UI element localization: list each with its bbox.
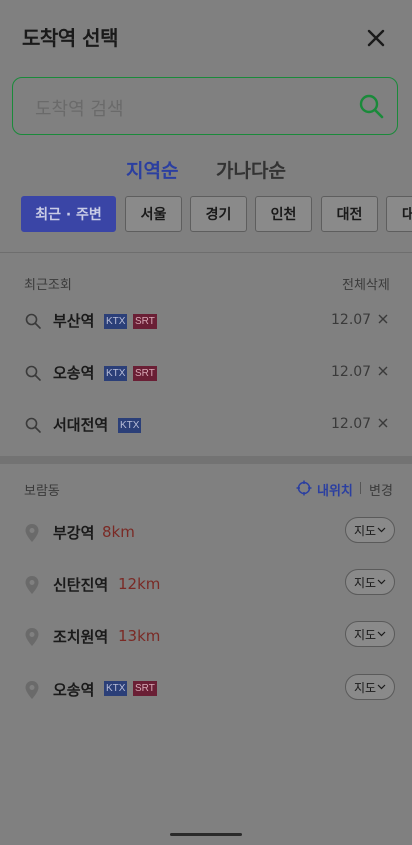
chip-gyeonggi[interactable]: 경기 (190, 196, 247, 232)
page-title: 도착역 선택 (22, 26, 118, 50)
chip-incheon[interactable]: 인천 (255, 196, 312, 232)
sort-tabs: 지역순 가나다순 (0, 156, 412, 186)
delete-icon[interactable] (376, 312, 390, 326)
change-location-button[interactable]: 변경 (369, 480, 393, 499)
station-name: 오송역 (53, 681, 95, 699)
ktx-badge: KTX (118, 418, 142, 433)
nearby-header: 보람동 내위치 변경 (0, 478, 412, 500)
chevron-down-icon (377, 684, 386, 690)
srt-badge: SRT (133, 366, 157, 381)
distance: 13km (118, 627, 161, 645)
search-placeholder: 도착역 검색 (35, 99, 124, 120)
location-target-icon[interactable] (296, 480, 312, 496)
map-label: 지도 (353, 680, 377, 695)
delete-icon[interactable] (376, 416, 390, 430)
station-name: 서대전역 (53, 416, 109, 434)
map-label: 지도 (353, 575, 377, 590)
search-icon (25, 365, 41, 381)
location-pin-icon (25, 681, 39, 699)
chip-daegu-partial[interactable]: 대 (386, 196, 412, 232)
nearby-item[interactable]: 조치원역 13km 지도 (0, 621, 412, 657)
home-indicator[interactable] (170, 833, 242, 836)
search-date: 12.07 (331, 364, 372, 380)
region-chips: 최근 · 주변 서울 경기 인천 대전 대 (0, 196, 412, 234)
search-icon[interactable] (357, 92, 385, 120)
section-divider (0, 456, 412, 464)
station-search-input[interactable]: 도착역 검색 (12, 77, 398, 135)
divider (0, 252, 412, 253)
ktx-badge: KTX (104, 314, 128, 329)
search-date: 12.07 (331, 416, 372, 432)
recent-item[interactable]: 서대전역 KTX 12.07 (0, 408, 412, 444)
map-button[interactable]: 지도 (345, 569, 395, 595)
chevron-down-icon (377, 579, 386, 585)
chip-daejeon[interactable]: 대전 (321, 196, 378, 232)
recent-item[interactable]: 부산역 KTX SRT 12.07 (0, 304, 412, 340)
my-location-button[interactable]: 내위치 (317, 480, 353, 499)
station-name: 오송역 (53, 364, 95, 382)
tab-alphabetical-order[interactable]: 가나다순 (216, 156, 286, 183)
srt-badge: SRT (133, 681, 157, 696)
map-button[interactable]: 지도 (345, 621, 395, 647)
location-pin-icon (25, 576, 39, 594)
clear-all-button[interactable]: 전체삭제 (342, 274, 390, 293)
current-area: 보람동 (24, 484, 60, 499)
nearby-item[interactable]: 오송역 KTX SRT 지도 (0, 674, 412, 710)
map-button[interactable]: 지도 (345, 517, 395, 543)
chevron-down-icon (377, 631, 386, 637)
location-pin-icon (25, 628, 39, 646)
search-date: 12.07 (331, 312, 372, 328)
station-name: 신탄진역 (53, 576, 109, 594)
chip-seoul[interactable]: 서울 (125, 196, 182, 232)
chevron-down-icon (377, 527, 386, 533)
separator (360, 482, 361, 494)
search-icon (25, 417, 41, 433)
distance: 12km (118, 575, 161, 593)
tab-region-order[interactable]: 지역순 (126, 156, 178, 183)
nearby-item[interactable]: 부강역 8km 지도 (0, 517, 412, 553)
location-pin-icon (25, 524, 39, 542)
srt-badge: SRT (133, 314, 157, 329)
station-name: 부강역 (53, 524, 95, 542)
ktx-badge: KTX (104, 366, 128, 381)
search-icon (25, 313, 41, 329)
map-label: 지도 (353, 627, 377, 642)
chip-recent-nearby[interactable]: 최근 · 주변 (21, 196, 116, 232)
map-button[interactable]: 지도 (345, 674, 395, 700)
close-icon[interactable] (362, 24, 390, 52)
map-label: 지도 (353, 523, 377, 538)
ktx-badge: KTX (104, 681, 128, 696)
recent-label: 최근조회 (24, 278, 72, 293)
recent-item[interactable]: 오송역 KTX SRT 12.07 (0, 356, 412, 392)
station-name: 부산역 (53, 312, 95, 330)
delete-icon[interactable] (376, 364, 390, 378)
distance: 8km (102, 523, 135, 541)
station-name: 조치원역 (53, 628, 109, 646)
header: 도착역 선택 (0, 0, 412, 72)
nearby-item[interactable]: 신탄진역 12km 지도 (0, 569, 412, 605)
